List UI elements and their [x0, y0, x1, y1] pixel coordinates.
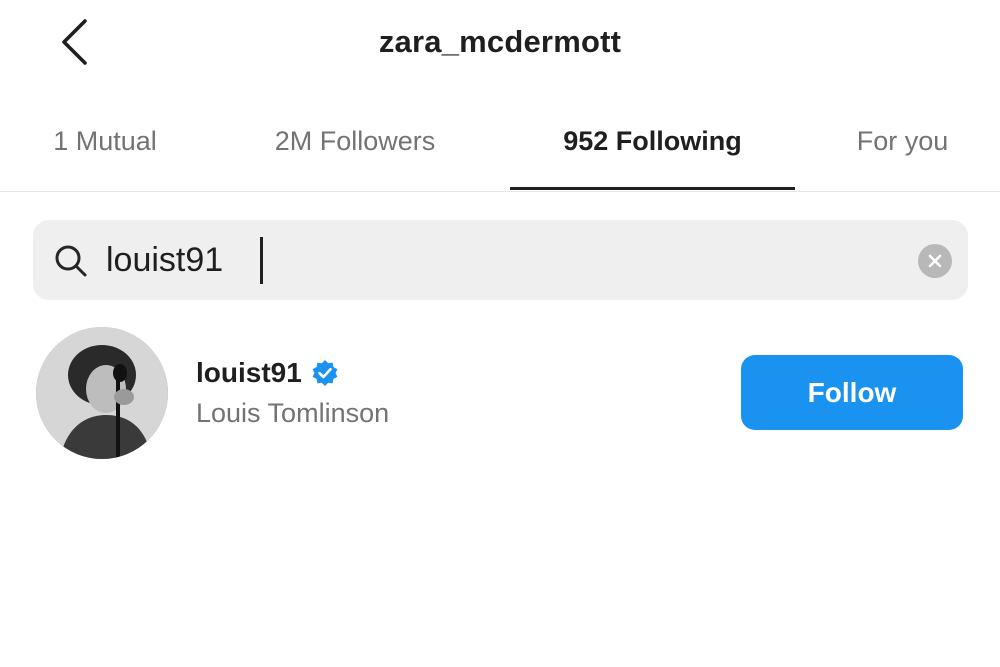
full-name: Louis Tomlinson	[196, 398, 390, 428]
active-tab-indicator	[510, 187, 795, 190]
username[interactable]: louist91	[196, 357, 302, 389]
search-bar[interactable]	[33, 220, 968, 300]
tab-following[interactable]: 952 Following	[510, 110, 795, 192]
tab-mutual[interactable]: 1 Mutual	[30, 110, 180, 192]
avatar[interactable]	[36, 327, 168, 459]
search-icon	[55, 245, 87, 277]
tab-for-you[interactable]: For you	[840, 110, 965, 192]
username-row: louist91	[196, 357, 339, 389]
following-screen: zara_mcdermott 1 Mutual 2M Followers 952…	[0, 0, 1000, 667]
tab-followers[interactable]: 2M Followers	[250, 110, 460, 192]
page-title: zara_mcdermott	[378, 24, 622, 59]
follow-button[interactable]: Follow	[741, 355, 963, 430]
tab-bar: 1 Mutual 2M Followers 952 Following For …	[0, 110, 1000, 192]
search-input[interactable]	[106, 234, 866, 286]
verified-badge-icon	[312, 360, 338, 386]
profile-photo	[36, 327, 168, 459]
clear-search-button[interactable]	[918, 244, 952, 278]
text-cursor	[260, 237, 263, 284]
header: zara_mcdermott	[0, 0, 1000, 90]
clear-icon	[928, 254, 942, 268]
list-item[interactable]: louist91 Louis Tomlinson Follow	[0, 320, 1000, 470]
